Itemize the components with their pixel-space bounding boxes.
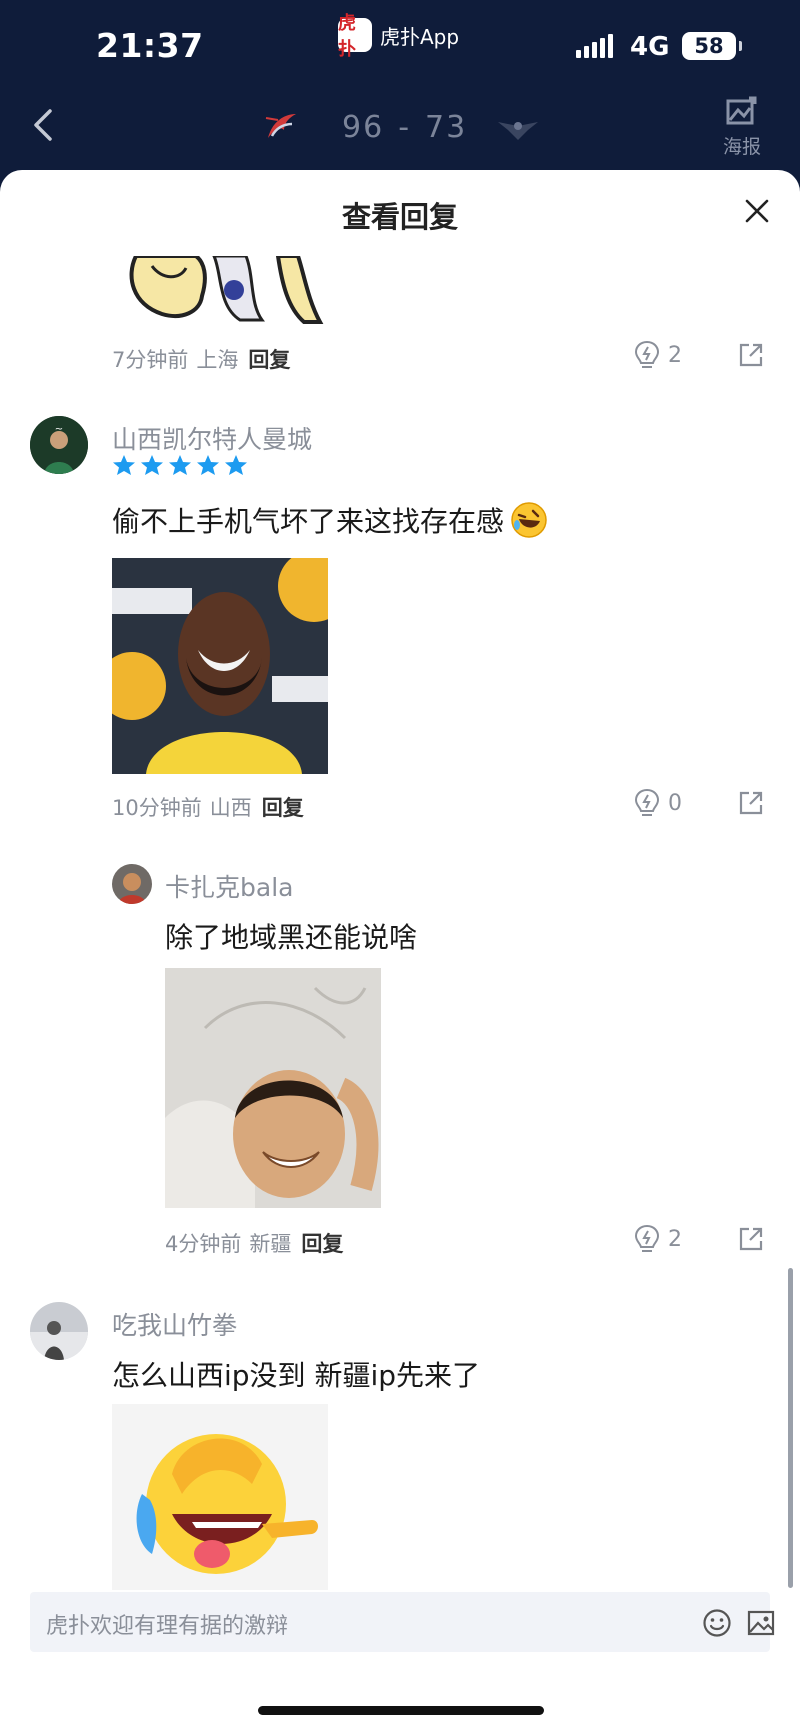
app-logo: 虎扑 xyxy=(338,13,372,60)
lightbulb-icon xyxy=(634,340,660,368)
comment-input[interactable]: 虎扑欢迎有理有据的激辩 xyxy=(30,1592,775,1652)
comment-meta: 7分钟前 上海 回复 xyxy=(112,344,290,374)
top-header: 21:37 虎扑 虎扑App 4G 58 96-73 海报 xyxy=(0,0,800,175)
signal-icon xyxy=(576,34,613,58)
star-icon xyxy=(113,455,135,475)
share-icon[interactable] xyxy=(738,342,764,368)
share-icon[interactable] xyxy=(738,1226,764,1252)
home-indicator[interactable] xyxy=(258,1706,544,1715)
lightbulb-icon xyxy=(634,788,660,816)
emoji-icon[interactable] xyxy=(702,1608,732,1638)
reply-sheet: 查看回复 7分钟前 上海 回复 2 ~ 山西凯尔特人曼城 偷不上手机气坏了来这找… xyxy=(0,170,800,1731)
comment-meta: 10分钟前 山西 回复 xyxy=(112,792,304,822)
network-type: 4G xyxy=(630,32,670,62)
comment-text: 怎么山西ip没到 新疆ip先来了 xyxy=(112,1359,481,1392)
like-count: 2 xyxy=(668,1226,682,1252)
home-score: 96 xyxy=(342,110,385,145)
comment-input-placeholder: 虎扑欢迎有理有据的激辩 xyxy=(46,1614,289,1639)
star-icon xyxy=(225,455,247,475)
image-icon[interactable] xyxy=(746,1608,776,1638)
close-icon[interactable] xyxy=(744,198,770,224)
star-icon xyxy=(197,455,219,475)
score-separator: - xyxy=(398,110,412,145)
rolling-laugh-emoji-icon xyxy=(511,502,547,538)
comment-time: 4分钟前 xyxy=(165,1232,242,1256)
sheet-title: 查看回复 xyxy=(341,200,458,234)
comment-text: 偷不上手机气坏了来这找存在感 xyxy=(112,500,548,540)
battery-icon: 58 xyxy=(682,32,742,60)
reply-button[interactable]: 回复 xyxy=(301,1228,343,1258)
comment-image-lebron-laughing[interactable] xyxy=(112,558,328,774)
username[interactable]: 山西凯尔特人曼城 xyxy=(112,420,312,456)
comment-image-smiling-man[interactable] xyxy=(165,968,381,1208)
svg-text:~: ~ xyxy=(55,424,63,435)
scrollbar[interactable] xyxy=(788,1268,793,1588)
comment-time: 10分钟前 xyxy=(112,796,202,820)
lightbulb-icon xyxy=(634,1224,660,1252)
username[interactable]: 卡扎克bala xyxy=(165,868,293,904)
comment-time: 7分钟前 xyxy=(112,348,189,372)
status-time: 21:37 xyxy=(96,26,204,65)
poster-button[interactable]: 海报 xyxy=(716,96,768,159)
star-icon xyxy=(169,455,191,475)
match-score: 96-73 xyxy=(342,110,467,145)
like-button[interactable]: 0 xyxy=(634,788,682,818)
like-button[interactable]: 2 xyxy=(634,340,682,370)
username[interactable]: 吃我山竹拳 xyxy=(112,1306,237,1342)
like-count: 2 xyxy=(668,342,682,368)
poster-icon xyxy=(726,96,757,125)
like-button[interactable]: 2 xyxy=(634,1224,682,1254)
back-icon[interactable] xyxy=(30,108,58,142)
comment-text: 除了地域黑还能说啥 xyxy=(165,921,418,954)
reply-button[interactable]: 回复 xyxy=(248,344,290,374)
comment-location: 山西 xyxy=(209,796,252,820)
comment-text-content: 偷不上手机气坏了来这找存在感 xyxy=(112,505,505,538)
comment-image-facepalm-emoji[interactable] xyxy=(112,1404,328,1590)
comment-location: 上海 xyxy=(196,348,239,372)
comment-meta: 4分钟前 新疆 回复 xyxy=(165,1228,343,1258)
avatar[interactable]: ~ xyxy=(30,416,88,474)
avatar[interactable] xyxy=(112,864,152,904)
app-name: 虎扑App xyxy=(380,24,460,49)
share-icon[interactable] xyxy=(738,790,764,816)
comment-image-cartoon[interactable] xyxy=(122,256,326,324)
away-score: 73 xyxy=(425,110,468,145)
flying-tigers-logo-icon xyxy=(498,122,538,140)
comment-location: 新疆 xyxy=(249,1232,292,1256)
poster-label: 海报 xyxy=(722,136,761,158)
rating-stars xyxy=(112,454,248,476)
sharks-logo-icon xyxy=(265,114,296,138)
avatar[interactable] xyxy=(30,1302,88,1360)
reply-button[interactable]: 回复 xyxy=(262,792,304,822)
star-icon xyxy=(141,455,163,475)
like-count: 0 xyxy=(668,790,682,816)
app-badge[interactable]: 虎扑 虎扑App xyxy=(338,13,460,60)
